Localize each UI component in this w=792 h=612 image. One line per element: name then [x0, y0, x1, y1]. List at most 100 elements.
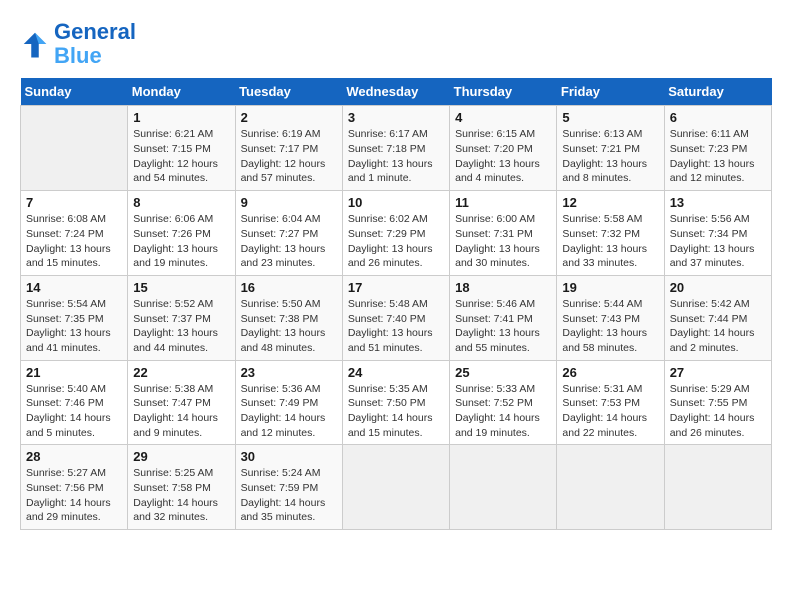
calendar-day-cell: 8 Sunrise: 6:06 AM Sunset: 7:26 PM Dayli…: [128, 191, 235, 276]
logo: General Blue: [20, 20, 136, 68]
day-number: 6: [670, 110, 766, 125]
day-info: Sunrise: 6:04 AM Sunset: 7:27 PM Dayligh…: [241, 212, 337, 271]
page-header: General Blue: [20, 20, 772, 68]
day-number: 20: [670, 280, 766, 295]
calendar-day-cell: 5 Sunrise: 6:13 AM Sunset: 7:21 PM Dayli…: [557, 106, 664, 191]
calendar-day-cell: 25 Sunrise: 5:33 AM Sunset: 7:52 PM Dayl…: [450, 360, 557, 445]
calendar-day-cell: 19 Sunrise: 5:44 AM Sunset: 7:43 PM Dayl…: [557, 275, 664, 360]
calendar-day-cell: 27 Sunrise: 5:29 AM Sunset: 7:55 PM Dayl…: [664, 360, 771, 445]
day-number: 18: [455, 280, 551, 295]
day-number: 28: [26, 449, 122, 464]
calendar-day-cell: 22 Sunrise: 5:38 AM Sunset: 7:47 PM Dayl…: [128, 360, 235, 445]
day-info: Sunrise: 5:54 AM Sunset: 7:35 PM Dayligh…: [26, 297, 122, 356]
day-number: 30: [241, 449, 337, 464]
day-info: Sunrise: 6:19 AM Sunset: 7:17 PM Dayligh…: [241, 127, 337, 186]
weekday-header: Wednesday: [342, 78, 449, 106]
day-number: 27: [670, 365, 766, 380]
day-number: 8: [133, 195, 229, 210]
day-info: Sunrise: 5:38 AM Sunset: 7:47 PM Dayligh…: [133, 382, 229, 441]
day-info: Sunrise: 6:17 AM Sunset: 7:18 PM Dayligh…: [348, 127, 444, 186]
day-info: Sunrise: 6:02 AM Sunset: 7:29 PM Dayligh…: [348, 212, 444, 271]
day-info: Sunrise: 6:15 AM Sunset: 7:20 PM Dayligh…: [455, 127, 551, 186]
calendar-day-cell: 30 Sunrise: 5:24 AM Sunset: 7:59 PM Dayl…: [235, 445, 342, 530]
day-number: 13: [670, 195, 766, 210]
calendar-day-cell: 11 Sunrise: 6:00 AM Sunset: 7:31 PM Dayl…: [450, 191, 557, 276]
calendar-day-cell: [342, 445, 449, 530]
day-info: Sunrise: 5:36 AM Sunset: 7:49 PM Dayligh…: [241, 382, 337, 441]
calendar-day-cell: 6 Sunrise: 6:11 AM Sunset: 7:23 PM Dayli…: [664, 106, 771, 191]
calendar-week-row: 14 Sunrise: 5:54 AM Sunset: 7:35 PM Dayl…: [21, 275, 772, 360]
day-info: Sunrise: 5:58 AM Sunset: 7:32 PM Dayligh…: [562, 212, 658, 271]
day-info: Sunrise: 6:13 AM Sunset: 7:21 PM Dayligh…: [562, 127, 658, 186]
day-number: 16: [241, 280, 337, 295]
calendar-day-cell: 16 Sunrise: 5:50 AM Sunset: 7:38 PM Dayl…: [235, 275, 342, 360]
day-number: 2: [241, 110, 337, 125]
calendar-day-cell: [557, 445, 664, 530]
calendar-day-cell: 1 Sunrise: 6:21 AM Sunset: 7:15 PM Dayli…: [128, 106, 235, 191]
weekday-header: Monday: [128, 78, 235, 106]
day-info: Sunrise: 5:50 AM Sunset: 7:38 PM Dayligh…: [241, 297, 337, 356]
day-info: Sunrise: 5:29 AM Sunset: 7:55 PM Dayligh…: [670, 382, 766, 441]
calendar-day-cell: 20 Sunrise: 5:42 AM Sunset: 7:44 PM Dayl…: [664, 275, 771, 360]
calendar-day-cell: 2 Sunrise: 6:19 AM Sunset: 7:17 PM Dayli…: [235, 106, 342, 191]
weekday-header-row: SundayMondayTuesdayWednesdayThursdayFrid…: [21, 78, 772, 106]
calendar-day-cell: 7 Sunrise: 6:08 AM Sunset: 7:24 PM Dayli…: [21, 191, 128, 276]
day-number: 17: [348, 280, 444, 295]
day-info: Sunrise: 6:08 AM Sunset: 7:24 PM Dayligh…: [26, 212, 122, 271]
weekday-header: Tuesday: [235, 78, 342, 106]
calendar-day-cell: 3 Sunrise: 6:17 AM Sunset: 7:18 PM Dayli…: [342, 106, 449, 191]
calendar-day-cell: [664, 445, 771, 530]
day-number: 3: [348, 110, 444, 125]
day-info: Sunrise: 6:21 AM Sunset: 7:15 PM Dayligh…: [133, 127, 229, 186]
day-info: Sunrise: 5:33 AM Sunset: 7:52 PM Dayligh…: [455, 382, 551, 441]
day-number: 11: [455, 195, 551, 210]
day-info: Sunrise: 5:35 AM Sunset: 7:50 PM Dayligh…: [348, 382, 444, 441]
calendar-day-cell: 18 Sunrise: 5:46 AM Sunset: 7:41 PM Dayl…: [450, 275, 557, 360]
day-number: 24: [348, 365, 444, 380]
day-number: 1: [133, 110, 229, 125]
calendar-day-cell: 13 Sunrise: 5:56 AM Sunset: 7:34 PM Dayl…: [664, 191, 771, 276]
day-info: Sunrise: 6:00 AM Sunset: 7:31 PM Dayligh…: [455, 212, 551, 271]
day-info: Sunrise: 5:27 AM Sunset: 7:56 PM Dayligh…: [26, 466, 122, 525]
calendar-day-cell: 14 Sunrise: 5:54 AM Sunset: 7:35 PM Dayl…: [21, 275, 128, 360]
weekday-header: Thursday: [450, 78, 557, 106]
calendar-week-row: 7 Sunrise: 6:08 AM Sunset: 7:24 PM Dayli…: [21, 191, 772, 276]
day-number: 21: [26, 365, 122, 380]
calendar-day-cell: 17 Sunrise: 5:48 AM Sunset: 7:40 PM Dayl…: [342, 275, 449, 360]
calendar-day-cell: [21, 106, 128, 191]
calendar-day-cell: 24 Sunrise: 5:35 AM Sunset: 7:50 PM Dayl…: [342, 360, 449, 445]
day-number: 5: [562, 110, 658, 125]
calendar-day-cell: 4 Sunrise: 6:15 AM Sunset: 7:20 PM Dayli…: [450, 106, 557, 191]
day-info: Sunrise: 5:56 AM Sunset: 7:34 PM Dayligh…: [670, 212, 766, 271]
day-info: Sunrise: 5:48 AM Sunset: 7:40 PM Dayligh…: [348, 297, 444, 356]
day-number: 15: [133, 280, 229, 295]
calendar-day-cell: 9 Sunrise: 6:04 AM Sunset: 7:27 PM Dayli…: [235, 191, 342, 276]
calendar-day-cell: 26 Sunrise: 5:31 AM Sunset: 7:53 PM Dayl…: [557, 360, 664, 445]
day-number: 12: [562, 195, 658, 210]
weekday-header: Friday: [557, 78, 664, 106]
calendar-week-row: 28 Sunrise: 5:27 AM Sunset: 7:56 PM Dayl…: [21, 445, 772, 530]
day-number: 26: [562, 365, 658, 380]
day-number: 22: [133, 365, 229, 380]
calendar-day-cell: 29 Sunrise: 5:25 AM Sunset: 7:58 PM Dayl…: [128, 445, 235, 530]
day-info: Sunrise: 5:44 AM Sunset: 7:43 PM Dayligh…: [562, 297, 658, 356]
calendar-week-row: 21 Sunrise: 5:40 AM Sunset: 7:46 PM Dayl…: [21, 360, 772, 445]
day-info: Sunrise: 5:52 AM Sunset: 7:37 PM Dayligh…: [133, 297, 229, 356]
day-number: 19: [562, 280, 658, 295]
calendar-table: SundayMondayTuesdayWednesdayThursdayFrid…: [20, 78, 772, 530]
day-number: 4: [455, 110, 551, 125]
calendar-day-cell: [450, 445, 557, 530]
day-info: Sunrise: 5:42 AM Sunset: 7:44 PM Dayligh…: [670, 297, 766, 356]
calendar-day-cell: 28 Sunrise: 5:27 AM Sunset: 7:56 PM Dayl…: [21, 445, 128, 530]
weekday-header: Saturday: [664, 78, 771, 106]
day-number: 25: [455, 365, 551, 380]
day-number: 9: [241, 195, 337, 210]
day-info: Sunrise: 5:24 AM Sunset: 7:59 PM Dayligh…: [241, 466, 337, 525]
day-number: 23: [241, 365, 337, 380]
logo-text: General Blue: [54, 20, 136, 68]
day-info: Sunrise: 5:31 AM Sunset: 7:53 PM Dayligh…: [562, 382, 658, 441]
day-number: 29: [133, 449, 229, 464]
weekday-header: Sunday: [21, 78, 128, 106]
day-info: Sunrise: 5:25 AM Sunset: 7:58 PM Dayligh…: [133, 466, 229, 525]
day-info: Sunrise: 5:40 AM Sunset: 7:46 PM Dayligh…: [26, 382, 122, 441]
